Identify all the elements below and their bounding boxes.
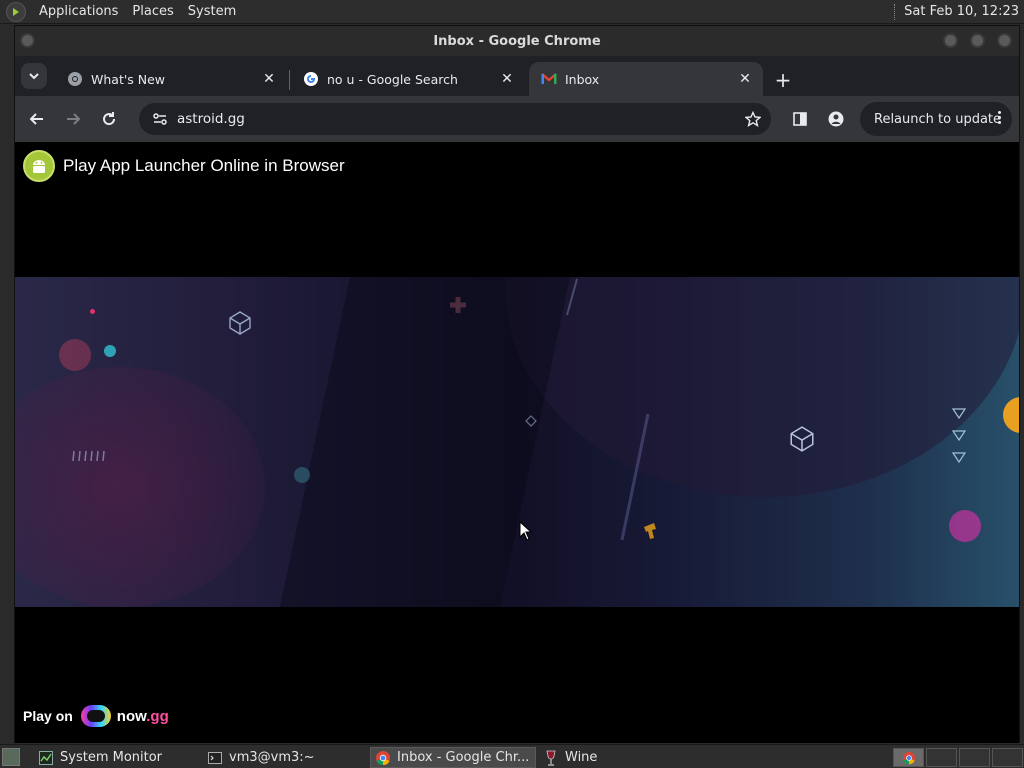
tab-whats-new[interactable]: What's New ✕ [55,62,287,96]
page-header: Play App Launcher Online in Browser [23,150,345,182]
decor-circle-pink [59,339,91,371]
cube-outline-icon [229,311,251,335]
show-desktop-icon[interactable] [2,748,20,766]
play-on-nowgg[interactable]: Play on now.gg [23,705,169,727]
workspace-4[interactable] [992,748,1023,767]
reload-icon [103,112,116,126]
tab-strip: What's New ✕ no u - Google Search ✕ Inbo… [15,56,1019,96]
system-menu[interactable]: System [181,0,243,23]
triangles-icon [951,408,967,464]
cube-outline-icon [790,426,814,452]
tab-inbox[interactable]: Inbox ✕ [529,62,763,96]
decor-circle-teal [104,345,116,357]
taskbar-label: Wine [565,750,598,765]
relaunch-label: Relaunch to update [874,111,1002,127]
mouse-cursor-icon [519,521,533,541]
tab-title: What's New [91,71,166,87]
reload-button[interactable] [95,105,123,133]
applications-menu[interactable]: Applications [32,0,125,23]
browser-toolbar: astroid.gg Relaunch to update [15,96,1019,142]
profile-icon [828,111,844,127]
tab-divider [289,70,290,90]
gmail-icon [541,71,557,87]
page-title: Play App Launcher Online in Browser [63,156,345,175]
close-window-button[interactable] [997,33,1012,48]
panel-separator [894,3,896,20]
side-panel-button[interactable] [786,105,814,133]
workspace-3[interactable] [959,748,990,767]
taskbar-label: System Monitor [60,750,163,765]
window-titlebar[interactable]: Inbox - Google Chrome [15,26,1019,56]
back-button[interactable] [23,105,51,133]
close-tab-icon[interactable]: ✕ [497,69,517,89]
top-panel: Applications Places System Sat Feb 10, 1… [0,0,1024,24]
maximize-button[interactable] [970,33,985,48]
decor-dot-red [90,309,95,314]
chrome-icon [902,751,916,765]
forward-button[interactable] [59,105,87,133]
close-tab-icon[interactable]: ✕ [259,69,279,89]
brand-gg: .gg [146,707,169,725]
site-settings-icon[interactable] [145,112,175,126]
decor-circle-blue [294,467,310,483]
new-tab-button[interactable]: + [770,67,796,93]
nowgg-logo-icon [80,705,111,727]
banner-glow [15,367,265,607]
decor-circle-orange [1003,397,1019,433]
tab-search-button[interactable] [21,63,47,89]
taskbar-item-wine[interactable]: Wine [539,747,705,768]
taskbar-label: Inbox - Google Chr... [397,750,530,765]
taskbar-item-chrome[interactable]: Inbox - Google Chr... [370,747,536,768]
nowgg-brand: now.gg [117,708,169,725]
dash-lines-icon [72,450,105,462]
play-on-label: Play on [23,708,73,724]
google-icon [303,71,319,87]
light-streak [566,278,578,316]
tab-title: Inbox [565,71,600,87]
tab-google-search[interactable]: no u - Google Search ✕ [291,62,525,96]
light-streak [620,413,650,541]
plus-shape-icon [450,297,466,313]
minimize-button[interactable] [943,33,958,48]
chrome-window: Inbox - Google Chrome What's New ✕ no u … [14,25,1020,743]
workspace-1[interactable] [893,748,924,767]
system-monitor-icon [38,750,54,766]
chevron-down-icon [29,73,39,80]
bottom-taskbar: System Monitor vm3@vm3:~ Inbox - Google … [0,744,1024,768]
distro-logo-icon[interactable] [6,1,26,22]
taskbar-item-terminal[interactable]: vm3@vm3:~ [203,747,369,768]
banner-circle [505,277,1019,497]
arrow-left-icon [29,113,43,125]
side-panel-icon [793,112,807,126]
bookmark-star-icon[interactable] [743,109,763,129]
brand-now: now [116,707,147,725]
window-title: Inbox - Google Chrome [433,33,601,49]
decor-circle-magenta [949,510,981,542]
terminal-icon [207,750,223,766]
diamond-shape-icon [525,415,537,427]
relaunch-to-update-button[interactable]: Relaunch to update [860,102,1012,136]
close-tab-icon[interactable]: ✕ [735,69,755,89]
window-menu-button[interactable] [20,33,35,48]
chrome-icon [375,750,391,766]
banner-stripe [279,277,571,607]
taskbar-label: vm3@vm3:~ [229,750,315,765]
url-text: astroid.gg [177,111,245,127]
arrow-right-icon [67,113,81,125]
places-menu[interactable]: Places [125,0,180,23]
profile-button[interactable] [822,105,850,133]
more-options-icon[interactable] [998,111,1002,126]
workspace-2[interactable] [926,748,957,767]
page-viewport: Play App Launcher Online in Browser Play… [15,142,1019,743]
chrome-icon [67,71,83,87]
game-banner[interactable] [15,277,1019,607]
android-icon [23,150,55,182]
address-bar[interactable]: astroid.gg [139,103,771,135]
wine-glass-icon [543,750,559,766]
tab-title: no u - Google Search [327,71,458,87]
taskbar-item-system-monitor[interactable]: System Monitor [34,747,200,768]
clock[interactable]: Sat Feb 10, 12:23 [904,4,1019,19]
